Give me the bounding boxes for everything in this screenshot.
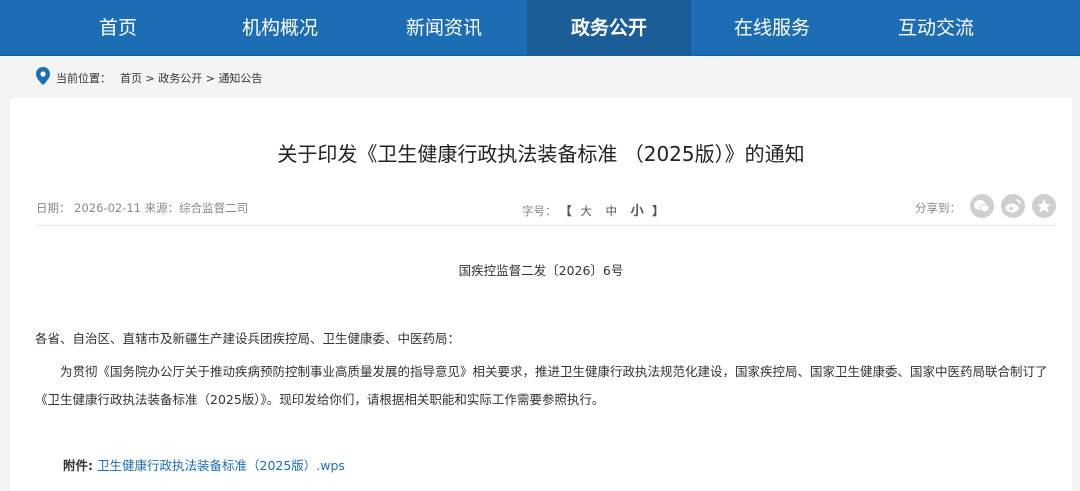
share-label: 分享到： bbox=[915, 201, 961, 215]
article-body: 为贯彻《国务院办公厅关于推动疾病预防控制事业高质量发展的指导意见》相关要求，推进… bbox=[35, 364, 1048, 407]
attachment: 附件: 卫生健康行政执法装备标准（2025版）.wps bbox=[63, 455, 345, 474]
article-meta: 日期： 2026-02-11 来源：综合监督二司 bbox=[36, 201, 249, 215]
article-title: 关于印发《卫生健康行政执法装备标准 （2025版）》的通知 bbox=[277, 142, 805, 166]
breadcrumb: 当前位置： 首页 > 政务公开 > 通知公告 bbox=[0, 56, 1080, 98]
breadcrumb-section-link[interactable]: 政务公开 bbox=[158, 72, 202, 85]
location-pin-icon bbox=[36, 67, 50, 85]
nav-item-interaction[interactable]: 互动交流 bbox=[854, 0, 1018, 56]
nav-item-news[interactable]: 新闻资讯 bbox=[362, 0, 526, 56]
main-nav-bar: 首页 机构概况 新闻资讯 政务公开 在线服务 互动交流 bbox=[0, 0, 1080, 56]
nav-item-government-affairs[interactable]: 政务公开 bbox=[527, 0, 691, 56]
attachment-link[interactable]: 卫生健康行政执法装备标准（2025版）.wps bbox=[97, 458, 345, 473]
nav-item-home[interactable]: 首页 bbox=[36, 0, 200, 56]
font-size-label: 字号： bbox=[522, 204, 557, 218]
breadcrumb-home-link[interactable]: 首页 bbox=[120, 72, 142, 85]
article-addressee: 各省、自治区、直辖市及新疆生产建设兵团疾控局、卫生健康委、中医药局： bbox=[35, 331, 461, 346]
breadcrumb-path: 首页 > 政务公开 > 通知公告 bbox=[120, 70, 262, 86]
wechat-icon[interactable] bbox=[970, 194, 994, 218]
breadcrumb-current-link[interactable]: 通知公告 bbox=[218, 72, 262, 85]
font-size-medium-button[interactable]: 中 bbox=[605, 204, 617, 218]
nav-item-organization[interactable]: 机构概况 bbox=[198, 0, 362, 56]
favorite-star-icon[interactable] bbox=[1032, 194, 1056, 218]
font-size-bracket-close: 】 bbox=[652, 204, 664, 218]
font-size-bracket-open: 【 bbox=[560, 204, 572, 218]
attachment-label: 附件: bbox=[63, 458, 93, 473]
weibo-icon[interactable] bbox=[1001, 194, 1025, 218]
nav-item-online-services[interactable]: 在线服务 bbox=[690, 0, 854, 56]
font-size-small-button[interactable]: 小 bbox=[631, 204, 644, 219]
article-card: 关于印发《卫生健康行政执法装备标准 （2025版）》的通知 日期： 2026-0… bbox=[10, 98, 1072, 491]
breadcrumb-separator: > bbox=[142, 72, 159, 85]
font-size-control: 字号： 【 大 中 小 】 bbox=[522, 200, 664, 219]
font-size-large-button[interactable]: 大 bbox=[580, 204, 592, 218]
breadcrumb-separator: > bbox=[202, 72, 219, 85]
breadcrumb-label: 当前位置： bbox=[56, 72, 111, 85]
document-number: 国疾控监督二发〔2026〕6号 bbox=[458, 263, 624, 278]
header-divider bbox=[36, 225, 1056, 226]
